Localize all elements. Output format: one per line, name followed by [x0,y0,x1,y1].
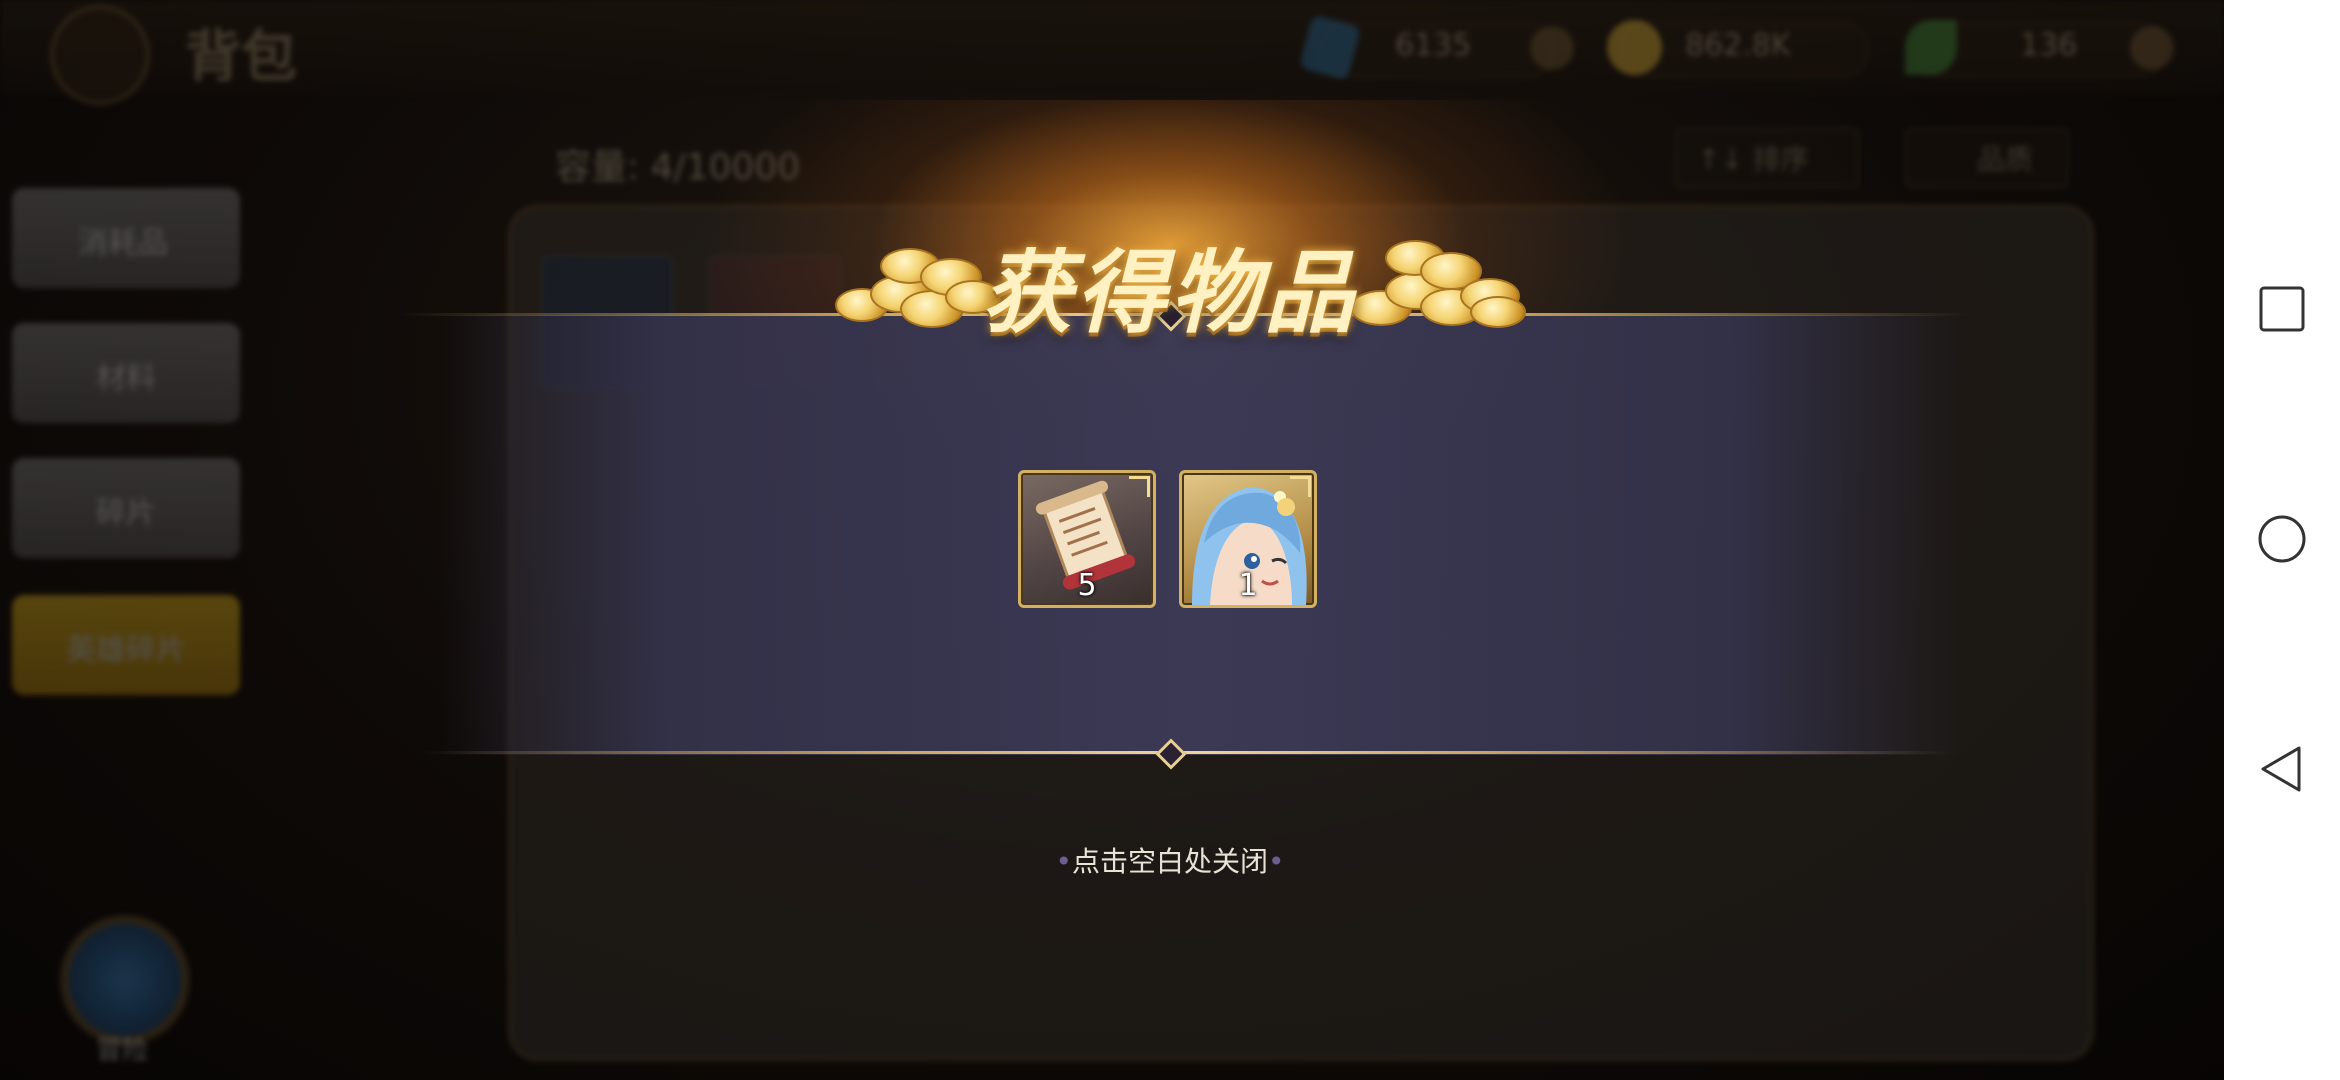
home-icon[interactable] [2257,514,2307,564]
game-screen[interactable]: 背包 6135 862.8K 136 消耗品 材料 碎片 英雄碎片 容量: 4/… [0,0,2224,1080]
recent-apps-icon[interactable] [2257,284,2307,334]
system-navigation-bar [2224,0,2340,1080]
item-frame-corner [1290,476,1311,497]
modal-title: 获得物品 [982,240,1358,346]
reward-item-scroll[interactable]: 5 [1018,470,1156,608]
reward-item-hero[interactable]: 1 [1179,470,1317,608]
item-count: 5 [1077,568,1097,603]
item-count: 1 [1238,568,1258,603]
hint-dot-right: • [1268,845,1285,878]
close-hint-text: 点击空白处关闭 [1071,845,1268,878]
close-hint[interactable]: •点击空白处关闭• [1020,840,1320,880]
item-frame-corner [1129,476,1150,497]
hint-dot-left: • [1055,845,1072,878]
back-icon[interactable] [2257,744,2307,794]
